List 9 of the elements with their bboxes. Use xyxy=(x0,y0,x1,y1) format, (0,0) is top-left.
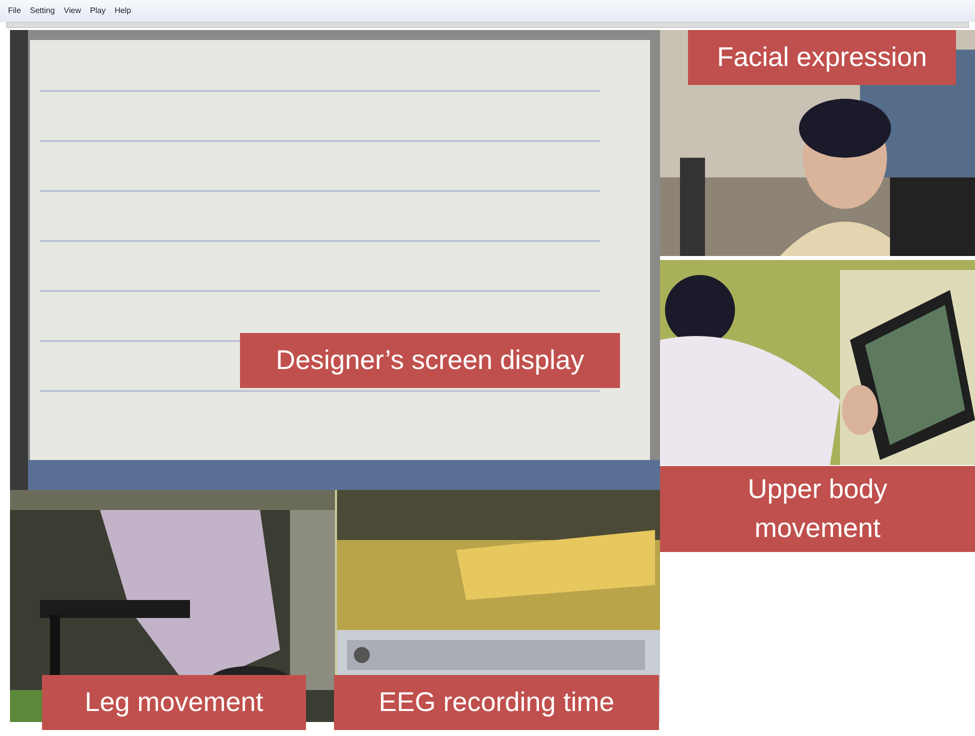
menu-item[interactable]: Setting xyxy=(30,5,55,17)
caption-label: Leg movement xyxy=(42,675,306,730)
caption-label: Upper body movement xyxy=(660,466,975,552)
menu-item[interactable]: Help xyxy=(114,5,132,17)
caption-label: EEG recording time xyxy=(334,675,659,730)
menu-item[interactable]: Play xyxy=(90,5,106,17)
menu-item[interactable]: View xyxy=(64,5,81,17)
caption-label: Facial expression xyxy=(688,30,956,86)
menu-item[interactable]: File xyxy=(8,5,21,17)
